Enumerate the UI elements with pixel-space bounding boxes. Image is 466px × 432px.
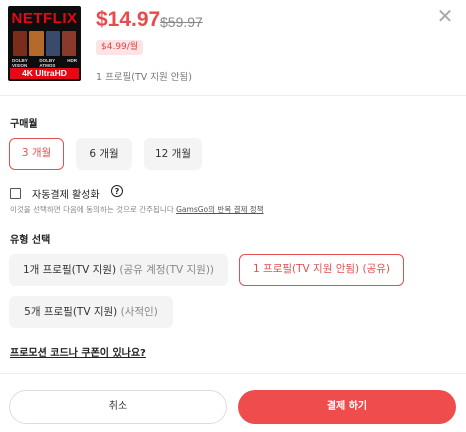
type-option-shared-tv[interactable]: 1개 프로필(TV 지원) (공유 계정(TV 지원)) <box>9 254 228 286</box>
cancel-button[interactable]: 취소 <box>9 390 227 424</box>
divider <box>0 95 466 96</box>
original-price: $59.97 <box>160 14 203 30</box>
pay-button[interactable]: 결제 하기 <box>238 390 456 424</box>
question-circle-icon[interactable]: ? <box>111 185 123 197</box>
recurring-policy-link[interactable]: GamsGo의 반복 결제 정책 <box>176 205 263 214</box>
thumbnail-artwork <box>13 31 76 56</box>
period-option-3[interactable]: 3 개월 <box>9 138 64 170</box>
promo-code-link[interactable]: 프로모션 코드나 쿠폰이 있나요? <box>10 344 146 359</box>
checkbox-icon[interactable] <box>10 188 21 199</box>
type-title: 유형 선택 <box>10 235 51 246</box>
price: $14.97 <box>96 8 161 31</box>
auto-renew-terms: 이것을 선택하면 다음에 동의하는 것으로 간주됩니다 GamsGo의 반복 결… <box>10 205 264 214</box>
close-icon[interactable]: ✕ <box>435 6 455 26</box>
period-option-6[interactable]: 6 개월 <box>76 138 132 170</box>
netflix-logo: NETFLIX <box>11 10 78 27</box>
per-month-badge: $4.99/월 <box>96 40 144 55</box>
uhd-badge: 4K UltraHD <box>10 68 79 79</box>
type-option-shared-no-tv[interactable]: 1 프로필(TV 지원 안됨) (공유) <box>239 254 404 286</box>
product-thumbnail: NETFLIX DOLBY VISION DOLBY ATMOS HDR 4K … <box>8 6 81 81</box>
period-title: 구매월 <box>10 119 38 130</box>
footer-divider <box>0 373 466 374</box>
auto-renew-label[interactable]: 자동결제 활성화 <box>32 186 100 201</box>
type-option-private[interactable]: 5개 프로필(TV 지원) (사적인) <box>9 296 173 328</box>
thumbnail-format-logos: DOLBY VISION DOLBY ATMOS HDR <box>12 58 77 68</box>
profile-note: 1 프로필(TV 지원 안됨) <box>96 72 192 83</box>
period-option-12[interactable]: 12 개월 <box>144 138 202 170</box>
